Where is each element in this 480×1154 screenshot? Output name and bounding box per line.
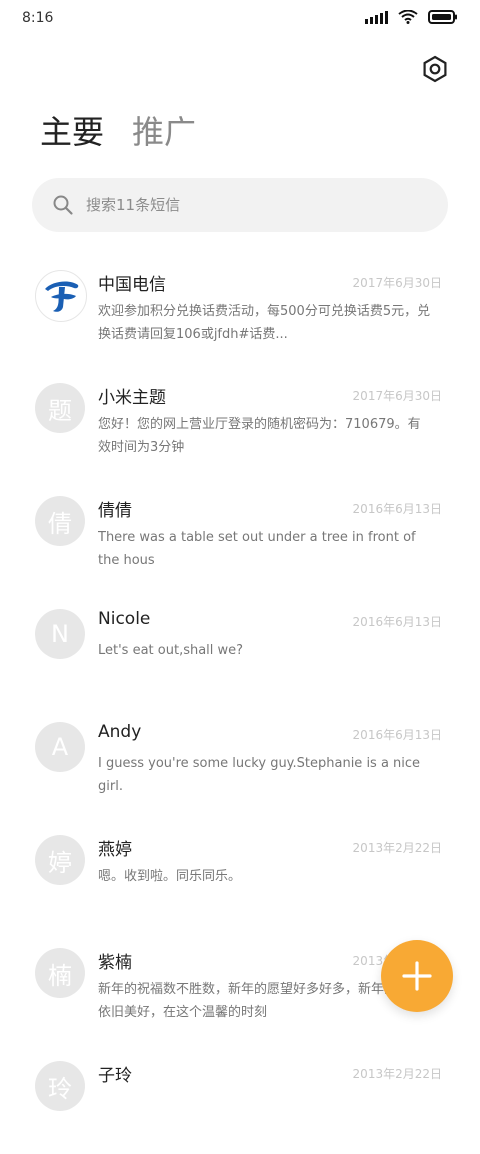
- contact-name: 中国电信: [98, 275, 166, 295]
- search-input[interactable]: [84, 195, 418, 215]
- avatar: 婷: [35, 835, 85, 885]
- conversation-item[interactable]: 玲 子玲 2013年2月22日: [0, 1041, 480, 1154]
- contact-name: 倩倩: [98, 501, 132, 521]
- message-date: 2013年2月22日: [352, 1067, 442, 1081]
- message-preview: I guess you're some lucky guy.Stephanie …: [98, 756, 421, 794]
- china-telecom-logo-icon: [45, 281, 79, 312]
- conversation-item[interactable]: 婷 燕婷 2013年2月22日 嗯。收到啦。同乐同乐。: [0, 815, 480, 928]
- conversation-item[interactable]: 倩 倩倩 2016年6月13日 There was a table set ou…: [0, 476, 480, 589]
- message-date: 2013年2月22日: [352, 841, 442, 855]
- message-date: 2016年6月13日: [352, 728, 442, 742]
- message-preview: Let's eat out,shall we?: [98, 643, 244, 658]
- message-date: 2016年6月13日: [352, 615, 442, 629]
- avatar: 玲: [35, 1061, 85, 1111]
- conversation-item[interactable]: A Andy 2016年6月13日 I guess you're some lu…: [0, 702, 480, 815]
- message-preview: 您好！您的网上营业厅登录的随机密码为：710679。有效时间为3分钟: [98, 417, 421, 455]
- conversation-list: 中国电信 2017年6月30日 欢迎参加积分兑换话费活动，每500分可兑换话费5…: [0, 250, 480, 1154]
- contact-name: 紫楠: [98, 953, 132, 973]
- contact-name: Andy: [98, 722, 142, 742]
- message-preview: There was a table set out under a tree i…: [98, 530, 416, 568]
- conversation-item[interactable]: 中国电信 2017年6月30日 欢迎参加积分兑换话费活动，每500分可兑换话费5…: [0, 250, 480, 363]
- search-bar[interactable]: [32, 178, 448, 232]
- status-bar: 8:16: [0, 0, 480, 40]
- tab-primary[interactable]: 主要: [40, 112, 104, 152]
- avatar: 倩: [35, 496, 85, 546]
- conversation-item[interactable]: N Nicole 2016年6月13日 Let's eat out,shall …: [0, 589, 480, 702]
- message-date: 2016年6月13日: [352, 502, 442, 516]
- avatar: A: [35, 722, 85, 772]
- message-date: 2017年6月30日: [352, 389, 442, 403]
- message-date: 2017年6月30日: [352, 276, 442, 290]
- conversation-item[interactable]: 题 小米主题 2017年6月30日 您好！您的网上营业厅登录的随机密码为：710…: [0, 363, 480, 476]
- message-preview: 嗯。收到啦。同乐同乐。: [98, 869, 242, 884]
- tab-bar: 主要 推广: [40, 112, 196, 152]
- avatar: 题: [35, 383, 85, 433]
- status-time: 8:16: [22, 10, 54, 26]
- message-preview: [98, 1091, 433, 1137]
- avatar: N: [35, 609, 85, 659]
- contact-name: Nicole: [98, 609, 151, 629]
- message-preview: 欢迎参加积分兑换话费活动，每500分可兑换话费5元，兑换话费请回复106或jfd…: [98, 304, 431, 342]
- signal-icon: [365, 10, 388, 24]
- settings-icon: [423, 55, 447, 83]
- settings-button[interactable]: [420, 54, 450, 84]
- new-message-button[interactable]: [381, 940, 453, 1012]
- wifi-icon: [398, 10, 418, 24]
- plus-icon: [402, 961, 432, 991]
- battery-icon: [428, 10, 458, 24]
- search-icon: [53, 195, 73, 215]
- avatar: 楠: [35, 948, 85, 998]
- contact-name: 燕婷: [98, 840, 132, 860]
- contact-name: 小米主题: [98, 388, 166, 408]
- status-icons: [365, 10, 458, 24]
- avatar: [35, 270, 87, 322]
- tab-promotions[interactable]: 推广: [132, 112, 196, 152]
- contact-name: 子玲: [98, 1066, 132, 1086]
